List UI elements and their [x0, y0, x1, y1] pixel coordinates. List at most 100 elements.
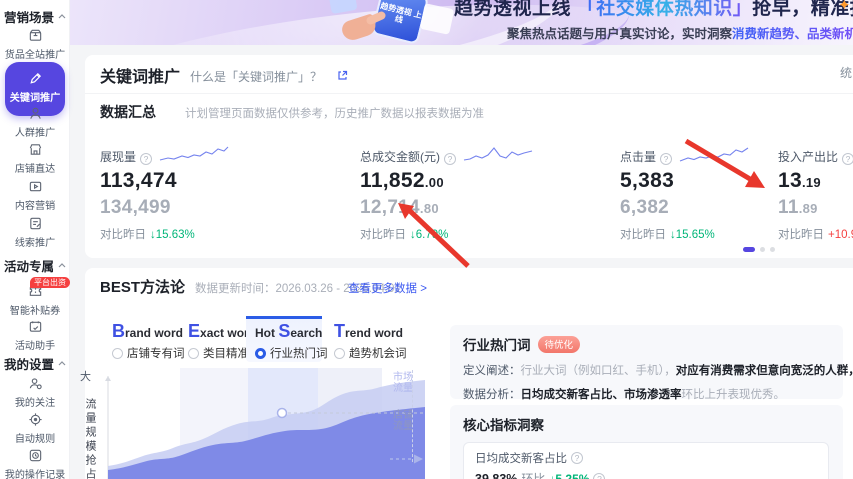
sparkline	[159, 146, 229, 161]
analysis-line: 数据分析：日均成交新客占比、市场渗透率环比上升表现优秀。	[463, 389, 785, 401]
metric-roi: 投入产出比 13.19 11.89 对比昨日+10.93%	[778, 145, 853, 242]
follow-icon	[0, 376, 70, 393]
core-insight-panel: 核心指标洞察 日均成交新客占比 39.83% 环比 ↓5.25% 同行同层均值 …	[450, 405, 843, 479]
video-icon	[0, 179, 70, 196]
sidebar-item-store-direct[interactable]: 店铺直达	[0, 142, 70, 176]
sidebar-item-whole-store[interactable]: 货品全站推广	[0, 28, 70, 62]
sidebar-item-my-follows[interactable]: 我的关注	[0, 376, 70, 410]
sidebar-item-content-marketing[interactable]: 内容营销	[0, 179, 70, 213]
tab-trend-word[interactable]: Trend word 趋势机会词	[325, 316, 407, 362]
data-summary-card: 关键词推广 什么是「关键词推广」？ 统 数据汇总 计划管理页面数据仅供参考，历史…	[85, 55, 853, 258]
core-insight-title: 核心指标洞察	[463, 418, 544, 433]
banner-subtitle: 聚焦热点话题与用户真实讨论，实时洞察消费新趋势、品类新机会	[507, 23, 853, 42]
section-title: 营销场景	[3, 11, 54, 25]
hot-word-title: 行业热门词	[463, 338, 531, 353]
metric-compare: 对比昨日+10.93%	[778, 229, 853, 241]
y-axis-max-label: 大	[80, 371, 91, 383]
metric-prev-value: 134,499	[100, 197, 171, 218]
help-icon[interactable]	[571, 452, 583, 464]
insight-metric-label: 日均成交新客占比	[475, 453, 567, 465]
view-more-link[interactable]: 查看更多数据 >	[348, 280, 427, 296]
metric-label: 总成交金额(元)	[360, 150, 440, 164]
metric-value: 13.19	[778, 169, 821, 192]
person-icon	[0, 106, 70, 123]
calendar-icon	[0, 319, 70, 336]
sparkline	[679, 147, 749, 162]
dashed-guide-line	[412, 370, 413, 462]
summary-note: 计划管理页面数据仅供参考，历史推广数据以报表数据为准	[185, 108, 484, 120]
section-title: 我的设置	[3, 358, 54, 372]
sidebar-section-settings[interactable]: 我的设置	[0, 354, 70, 373]
sidebar-section-activity[interactable]: 活动专属	[0, 256, 70, 275]
sidebar-item-auto-rules[interactable]: 自动规则	[0, 412, 70, 446]
chevron-up-icon	[58, 263, 66, 268]
best-methodology-card: BEST方法论 数据更新时间：2026.03.26 - 2026.04.01 查…	[80, 268, 853, 479]
storefront-icon	[0, 142, 70, 159]
tab-cn-label: 店铺专有词	[127, 348, 185, 360]
tab-en-label: Brand word	[112, 321, 184, 341]
platform-funded-badge: 平台出资	[30, 277, 70, 288]
hot-word-panel: 行业热门词 待优化 定义阐述：行业大词（例如口红、手机），对应有消费需求但意向宽…	[450, 325, 853, 401]
sidebar-item-smart-subsidy[interactable]: 平台出资 智能补贴券	[0, 277, 70, 318]
metric-compare: 对比昨日 ↓6.79%	[360, 229, 449, 241]
banner-subtitle-highlight: 消费新趋势、品类新机会	[732, 27, 853, 41]
help-icon[interactable]	[444, 153, 456, 165]
tab-hot-search[interactable]: Hot Search 行业热门词	[246, 316, 328, 362]
banner-title: 趋势透视上线 「社交媒体热知识」抢早，精准捕捉商机	[454, 0, 853, 19]
page-subtitle-help[interactable]: 什么是「关键词推广」？	[190, 68, 322, 85]
carousel-dot-active[interactable]	[743, 247, 755, 252]
radio-unselected[interactable]	[188, 347, 199, 359]
traffic-area-chart	[95, 368, 425, 479]
target-icon	[0, 412, 70, 429]
metric-compare: 对比昨日 ↓15.63%	[100, 229, 195, 241]
metric-label: 投入产出比	[778, 150, 839, 164]
pen-icon	[5, 71, 65, 88]
metric-value: 113,474	[100, 169, 177, 192]
ratio-value: ↓5.25%	[549, 471, 590, 479]
help-icon[interactable]	[593, 472, 606, 479]
metric-prev-value: 12,714.80	[360, 197, 439, 218]
external-link-icon[interactable]	[337, 68, 348, 86]
right-arrow-icon	[390, 454, 423, 464]
help-icon[interactable]	[842, 153, 853, 165]
divider	[85, 93, 853, 94]
radio-unselected[interactable]	[334, 347, 345, 359]
clue-icon	[0, 216, 70, 233]
metric-label: 点击量	[620, 150, 657, 164]
help-icon[interactable]	[660, 153, 673, 165]
to-optimize-badge: 待优化	[537, 335, 581, 353]
insight-metric-box: 日均成交新客占比 39.83% 环比 ↓5.25% 同行同层均值 34.34%	[463, 442, 829, 479]
tab-en-label: Trend word	[334, 321, 404, 341]
page-title: 关键词推广	[100, 69, 181, 86]
radio-selected[interactable]	[255, 347, 266, 359]
section-title: 活动专属	[3, 260, 54, 274]
history-icon	[0, 448, 70, 465]
sidebar-item-lead-promo[interactable]: 线索推广	[0, 216, 70, 250]
sidebar-item-activity-assistant[interactable]: 活动助手	[0, 319, 70, 353]
tab-brand-word[interactable]: Brand word 店铺专有词	[103, 316, 185, 362]
carousel-dot[interactable]	[770, 247, 775, 252]
corner-clipped-text: 统	[840, 66, 853, 80]
tab-en-label: Exact word	[188, 321, 257, 341]
tab-cn-label: 趋势机会词	[349, 348, 407, 360]
metric-impressions: 展现量 113,474 134,499 对比昨日↓15.63%	[100, 145, 350, 242]
sidebar-section-marketing[interactable]: 营销场景	[0, 7, 70, 26]
chevron-up-icon	[58, 14, 66, 19]
help-icon[interactable]	[140, 153, 153, 165]
promo-banner[interactable]: 趋势透视 上线 趋势透视上线 「社交媒体热知识」抢早，精准捕捉商机 聚焦热点话题…	[70, 0, 853, 45]
banner-title-highlight: 「社交媒体热知识」	[576, 0, 753, 19]
radio-unselected[interactable]	[112, 347, 123, 359]
tab-exact-word[interactable]: Exact word 类目精准词	[179, 316, 261, 362]
metric-label: 展现量	[100, 150, 137, 164]
carousel-dots	[743, 247, 775, 252]
insight-value: 39.83%	[475, 471, 518, 479]
summary-title: 数据汇总	[100, 104, 156, 120]
package-icon	[0, 28, 70, 45]
carousel-dot[interactable]	[760, 247, 765, 252]
metric-value: 11,852.00	[360, 169, 444, 192]
sidebar: 营销场景 货品全站推广 关键词推广 人群推广 店铺直达 内容营销 线索推广 活动…	[0, 0, 70, 479]
sparkle-icon: ✦	[838, 0, 851, 14]
sidebar-item-operation-log[interactable]: 我的操作记录	[0, 448, 70, 479]
sidebar-item-audience-promo[interactable]: 人群推广	[0, 106, 70, 140]
keyword-promotion-page: 趋势透视 上线 趋势透视上线 「社交媒体热知识」抢早，精准捕捉商机 聚焦热点话题…	[0, 0, 853, 479]
